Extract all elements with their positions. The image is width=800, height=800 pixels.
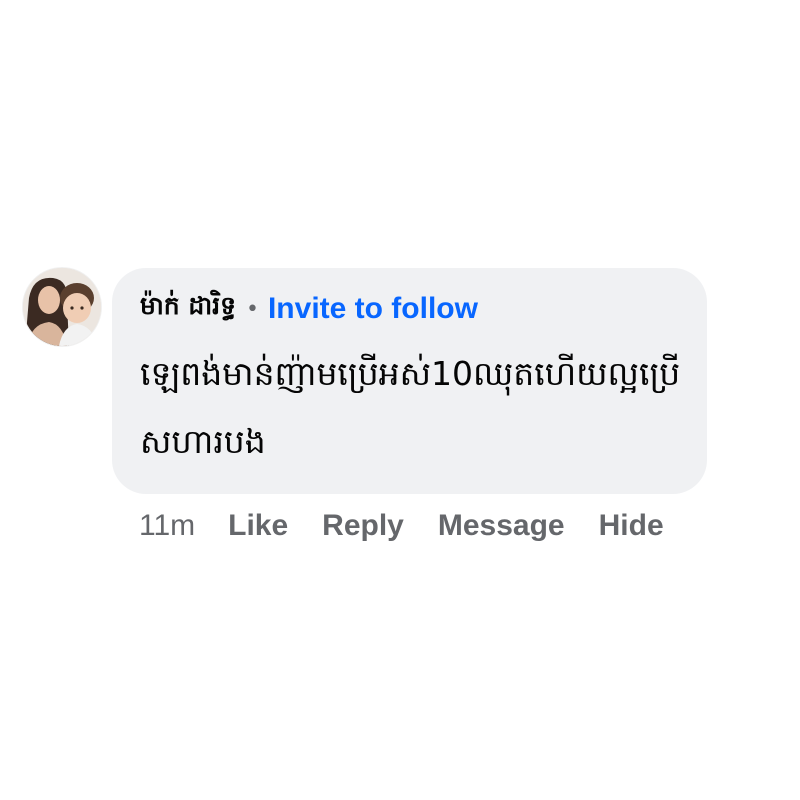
like-button[interactable]: Like: [228, 509, 288, 543]
profile-photo-icon: [23, 268, 101, 346]
comment-text: ឡេពង់មាន់ញ៉ាមប្រើអស់10ឈុតហើយល្អប្រើសហារប…: [140, 354, 681, 461]
invite-to-follow-link[interactable]: Invite to follow: [268, 292, 478, 326]
message-button[interactable]: Message: [438, 509, 565, 543]
hide-button[interactable]: Hide: [599, 509, 664, 543]
reply-button[interactable]: Reply: [322, 509, 404, 543]
comment-timestamp[interactable]: 11m: [139, 509, 195, 543]
comment-bubble: ម៉ាក់ ដារិទ្ធ • Invite to follow ឡេពង់មា…: [112, 268, 707, 494]
comment-actions: 11m Like Reply Message Hide: [139, 506, 664, 546]
dot-separator: •: [245, 296, 259, 322]
comment-header: ម៉ាក់ ដារិទ្ធ • Invite to follow: [140, 288, 681, 330]
comment-stage: ម៉ាក់ ដារិទ្ធ • Invite to follow ឡេពង់មា…: [0, 0, 800, 800]
author-avatar[interactable]: [23, 268, 101, 346]
author-name[interactable]: ម៉ាក់ ដារិទ្ធ: [140, 291, 236, 327]
